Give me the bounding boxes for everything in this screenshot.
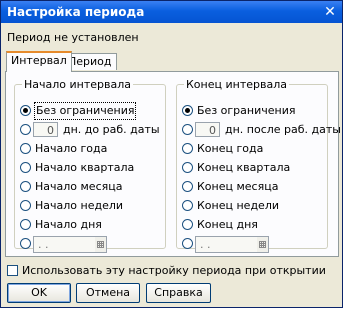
- tab-interval[interactable]: Интервал: [6, 51, 72, 72]
- start-day-label: Начало дня: [35, 218, 102, 231]
- start-quarter-radio[interactable]: [20, 162, 31, 173]
- cancel-button[interactable]: Отмена: [76, 283, 140, 303]
- start-month-radio[interactable]: [20, 181, 31, 192]
- period-settings-dialog: Настройка периода ✕ Период не установлен…: [0, 0, 343, 308]
- start-year-radio[interactable]: [20, 143, 31, 154]
- end-quarter-radio[interactable]: [182, 162, 193, 173]
- start-year-label: Начало года: [35, 142, 108, 155]
- end-day-label: Конец дня: [197, 218, 258, 231]
- title-bar[interactable]: Настройка периода ✕: [1, 1, 342, 23]
- end-date-radio[interactable]: [182, 238, 193, 249]
- close-icon[interactable]: ✕: [322, 4, 338, 20]
- start-interval-group: Начало интервала Без ограничения 0 дн. д…: [14, 78, 166, 253]
- end-day-radio[interactable]: [182, 219, 193, 230]
- end-month-radio[interactable]: [182, 181, 193, 192]
- end-no-limit-label: Без ограничения: [197, 104, 296, 117]
- start-days-before-input[interactable]: 0: [33, 122, 58, 137]
- start-interval-legend: Начало интервала: [24, 78, 132, 91]
- start-no-limit-radio[interactable]: [20, 105, 31, 116]
- start-days-before-radio[interactable]: [20, 124, 31, 135]
- start-month-label: Начало месяца: [35, 180, 123, 193]
- end-quarter-label: Конец квартала: [197, 161, 291, 174]
- window-title: Настройка периода: [7, 5, 145, 19]
- end-week-label: Конец недели: [197, 199, 279, 212]
- start-date-radio[interactable]: [20, 238, 31, 249]
- interval-panel: Начало интервала Без ограничения 0 дн. д…: [5, 71, 341, 257]
- end-days-after-radio[interactable]: [182, 124, 193, 135]
- end-year-radio[interactable]: [182, 143, 193, 154]
- start-week-radio[interactable]: [20, 200, 31, 211]
- help-button[interactable]: Справка: [146, 283, 211, 303]
- end-days-after-label: дн. после раб. даты: [225, 123, 341, 136]
- end-interval-group: Конец интервала Без ограничения 0 дн. по…: [176, 78, 341, 253]
- period-status-text: Период не установлен: [7, 31, 139, 44]
- end-week-radio[interactable]: [182, 200, 193, 211]
- end-interval-legend: Конец интервала: [186, 78, 287, 91]
- ok-button[interactable]: OK: [7, 283, 71, 303]
- start-quarter-label: Начало квартала: [35, 161, 135, 174]
- use-on-open-checkbox[interactable]: [7, 265, 18, 276]
- start-week-label: Начало недели: [35, 199, 124, 212]
- end-no-limit-radio[interactable]: [182, 105, 193, 116]
- start-day-radio[interactable]: [20, 219, 31, 230]
- start-days-before-label: дн. до раб. даты: [63, 123, 160, 136]
- end-year-label: Конец года: [197, 142, 264, 155]
- start-no-limit-label: Без ограничения: [33, 102, 137, 120]
- end-days-after-input[interactable]: 0: [195, 122, 220, 137]
- start-calendar-icon[interactable]: [95, 236, 107, 253]
- use-on-open-label: Использовать эту настройку периода при о…: [22, 264, 326, 277]
- end-month-label: Конец месяца: [197, 180, 279, 193]
- end-calendar-icon[interactable]: [257, 236, 269, 253]
